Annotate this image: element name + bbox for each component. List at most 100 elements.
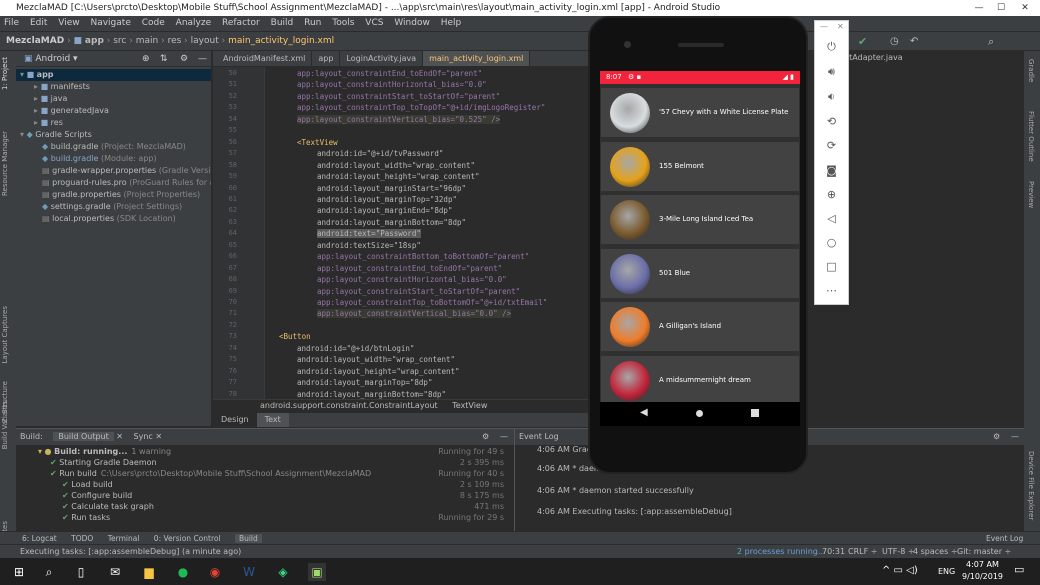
minimize-button[interactable]: — [968,0,990,16]
tree-item[interactable]: ▸ ■ manifests [16,81,211,93]
home-icon[interactable] [696,410,703,417]
menu-code[interactable]: Code [142,18,165,28]
tab-text[interactable]: Text [256,413,289,427]
crumb-constraintlayout[interactable]: android.support.constraint.ConstraintLay… [260,401,438,410]
code-line[interactable]: <TextView [297,138,338,147]
tab-androidmanifest[interactable]: AndroidManifest.xml [217,51,313,66]
spotify-icon[interactable]: ● [174,563,192,581]
tab-build[interactable]: Build [234,534,262,543]
collapse-icon[interactable]: ⇅ [160,51,168,67]
tree-item[interactable]: ▤ gradle.properties (Project Properties) [16,189,211,201]
power-icon[interactable]: ⏻ [815,40,848,54]
code-line[interactable]: android:layout_width="wrap_content" [297,355,455,364]
menu-help[interactable]: Help [441,18,462,28]
tree-item[interactable]: ▸ ■ res [16,117,211,129]
code-line[interactable]: app:layout_constraintStart_toStartOf="pa… [297,92,500,101]
breadcrumb-app[interactable]: app [85,36,104,46]
tree-item[interactable]: ▾ ■ app [16,69,211,81]
drink-list-item[interactable]: 501 Blue [601,248,799,298]
overview-icon[interactable]: □ [815,260,848,273]
menu-file[interactable]: File [4,18,19,28]
tab-terminal[interactable]: Terminal [108,534,140,543]
tree-item[interactable]: ◆ build.gradle (Project: MezclaMAD) [16,141,211,153]
code-line[interactable]: android:id="@+id/btnLogin" [297,344,414,353]
project-tab[interactable]: 1: Project [1,57,9,90]
caret-position[interactable]: 70:31 [822,545,845,559]
volume-down-icon[interactable]: 🔉︎ [815,90,848,104]
back-icon[interactable]: ◁ [815,212,848,225]
code-line[interactable]: app:layout_constraintTop_toBottomOf="@+i… [317,298,547,307]
windows-start-icon[interactable]: ⊞ [10,563,28,581]
menu-view[interactable]: View [58,18,79,28]
code-line[interactable]: android:layout_marginBottom="8dp" [317,218,466,227]
drink-list-item[interactable]: A midsummernight dream [601,355,799,402]
back-icon[interactable]: ◀ [640,407,648,418]
menu-analyze[interactable]: Analyze [176,18,211,28]
code-line[interactable]: android:id="@+id/tvPassword" [317,149,443,158]
code-editor[interactable]: 50 51 52 53 54 55 56 57 58 59 60 61 62 63 64 65 66 67 68 69… [213,67,607,399]
build-row[interactable]: ✔ Configure build 8 s 175 ms [32,490,514,501]
layout-captures-tab[interactable]: Layout Captures [1,306,9,364]
menu-edit[interactable]: Edit [30,18,47,28]
target-icon[interactable]: ⊕ [142,51,150,67]
breadcrumb-layout[interactable]: layout [191,36,219,46]
line-separator[interactable]: CRLF ÷ [848,545,877,559]
tree-item[interactable]: ▸ ■ java [16,93,211,105]
code-line[interactable]: <Button [279,332,311,341]
home-icon[interactable]: ○ [815,236,848,249]
tree-item[interactable]: ▤ local.properties (SDK Location) [16,213,211,225]
build-variants-tab[interactable]: Build Variants [1,401,9,449]
tab-version-control[interactable]: 0: Version Control [154,534,221,543]
build-row[interactable]: ✔ Run tasks Running for 29 s [32,512,514,523]
code-line[interactable]: android:layout_height="wrap_content" [317,172,480,181]
code-line[interactable]: android:layout_marginTop="8dp" [297,378,432,387]
maximize-button[interactable]: ☐ [990,0,1012,16]
tree-item[interactable]: ▸ ■ generatedJava [16,105,211,117]
drink-list-item[interactable]: '57 Chevy with a White License Plate [601,88,799,137]
processes-running[interactable]: 2 processes running... [737,545,826,559]
code-line[interactable]: android:layout_marginStart="96dp" [317,184,466,193]
android-studio-icon[interactable]: ◈ [274,563,292,581]
tab-app[interactable]: app [312,51,341,66]
code-line[interactable]: android:layout_marginEnd="8dp" [317,206,452,215]
code-line[interactable]: android:layout_marginTop="32dp" [317,195,457,204]
hide-icon[interactable]: — [198,51,207,67]
recents-icon[interactable] [751,409,759,417]
gear-icon[interactable]: ⚙ [180,51,188,67]
git-branch[interactable]: Git: master ÷ [957,545,1011,559]
code-line[interactable]: app:layout_constraintEnd_toEndOf="parent… [317,264,502,273]
search-icon[interactable]: ⌕ [40,563,58,581]
code-line[interactable]: app:layout_constraintStart_toStartOf="pa… [317,287,520,296]
code-line[interactable]: app:layout_constraintTop_toTopOf="@+id/i… [297,103,545,112]
clock-time[interactable]: 4:07 AM [966,560,999,569]
menu-vcs[interactable]: VCS [365,18,383,28]
menu-build[interactable]: Build [271,18,294,28]
tab-sync[interactable]: Sync [134,432,153,441]
build-row[interactable]: ✔ Load build 2 s 109 ms [32,479,514,490]
drink-list-item[interactable]: 3-Mile Long Island Iced Tea [601,195,799,244]
tab-todo[interactable]: TODO [71,534,93,543]
emulator-icon[interactable]: ▣ [308,563,326,581]
hide-icon[interactable]: — [500,429,508,445]
language-indicator[interactable]: ENG [938,567,955,576]
preview-tab[interactable]: Preview [1027,181,1035,208]
hide-icon[interactable]: — [1011,429,1019,445]
tab-design[interactable]: Design [213,413,257,427]
code-line[interactable]: android:layout_marginBottom="8dp" [297,390,446,399]
menu-window[interactable]: Window [394,18,430,28]
volume-up-icon[interactable]: 🔊︎ [815,65,848,79]
rotate-right-icon[interactable]: ⟳ [815,139,848,152]
menu-navigate[interactable]: Navigate [90,18,130,28]
undo-icon[interactable]: ↶ [910,32,918,51]
gear-icon[interactable]: ⚙ [482,429,489,445]
tab-adapter[interactable]: stAdapter.java [845,53,903,62]
breadcrumb-main[interactable]: main [136,36,159,46]
phone-screen[interactable]: 8:07 ⚙ ▪ ◢ ▮ '57 Chevy with a White Lice… [600,71,800,402]
search-icon[interactable]: ⌕ [988,32,994,51]
code-line[interactable]: app:layout_constraintVertical_bias="0.52… [297,114,501,124]
code-line[interactable]: app:layout_constraintHorizontal_bias="0.… [317,275,507,284]
drink-list-item[interactable]: 155 Belmont [601,141,799,191]
tab-main-activity-login[interactable]: main_activity_login.xml [423,51,531,66]
code-line[interactable]: app:layout_constraintHorizontal_bias="0.… [297,80,487,89]
tree-item[interactable]: ◆ settings.gradle (Project Settings) [16,201,211,213]
